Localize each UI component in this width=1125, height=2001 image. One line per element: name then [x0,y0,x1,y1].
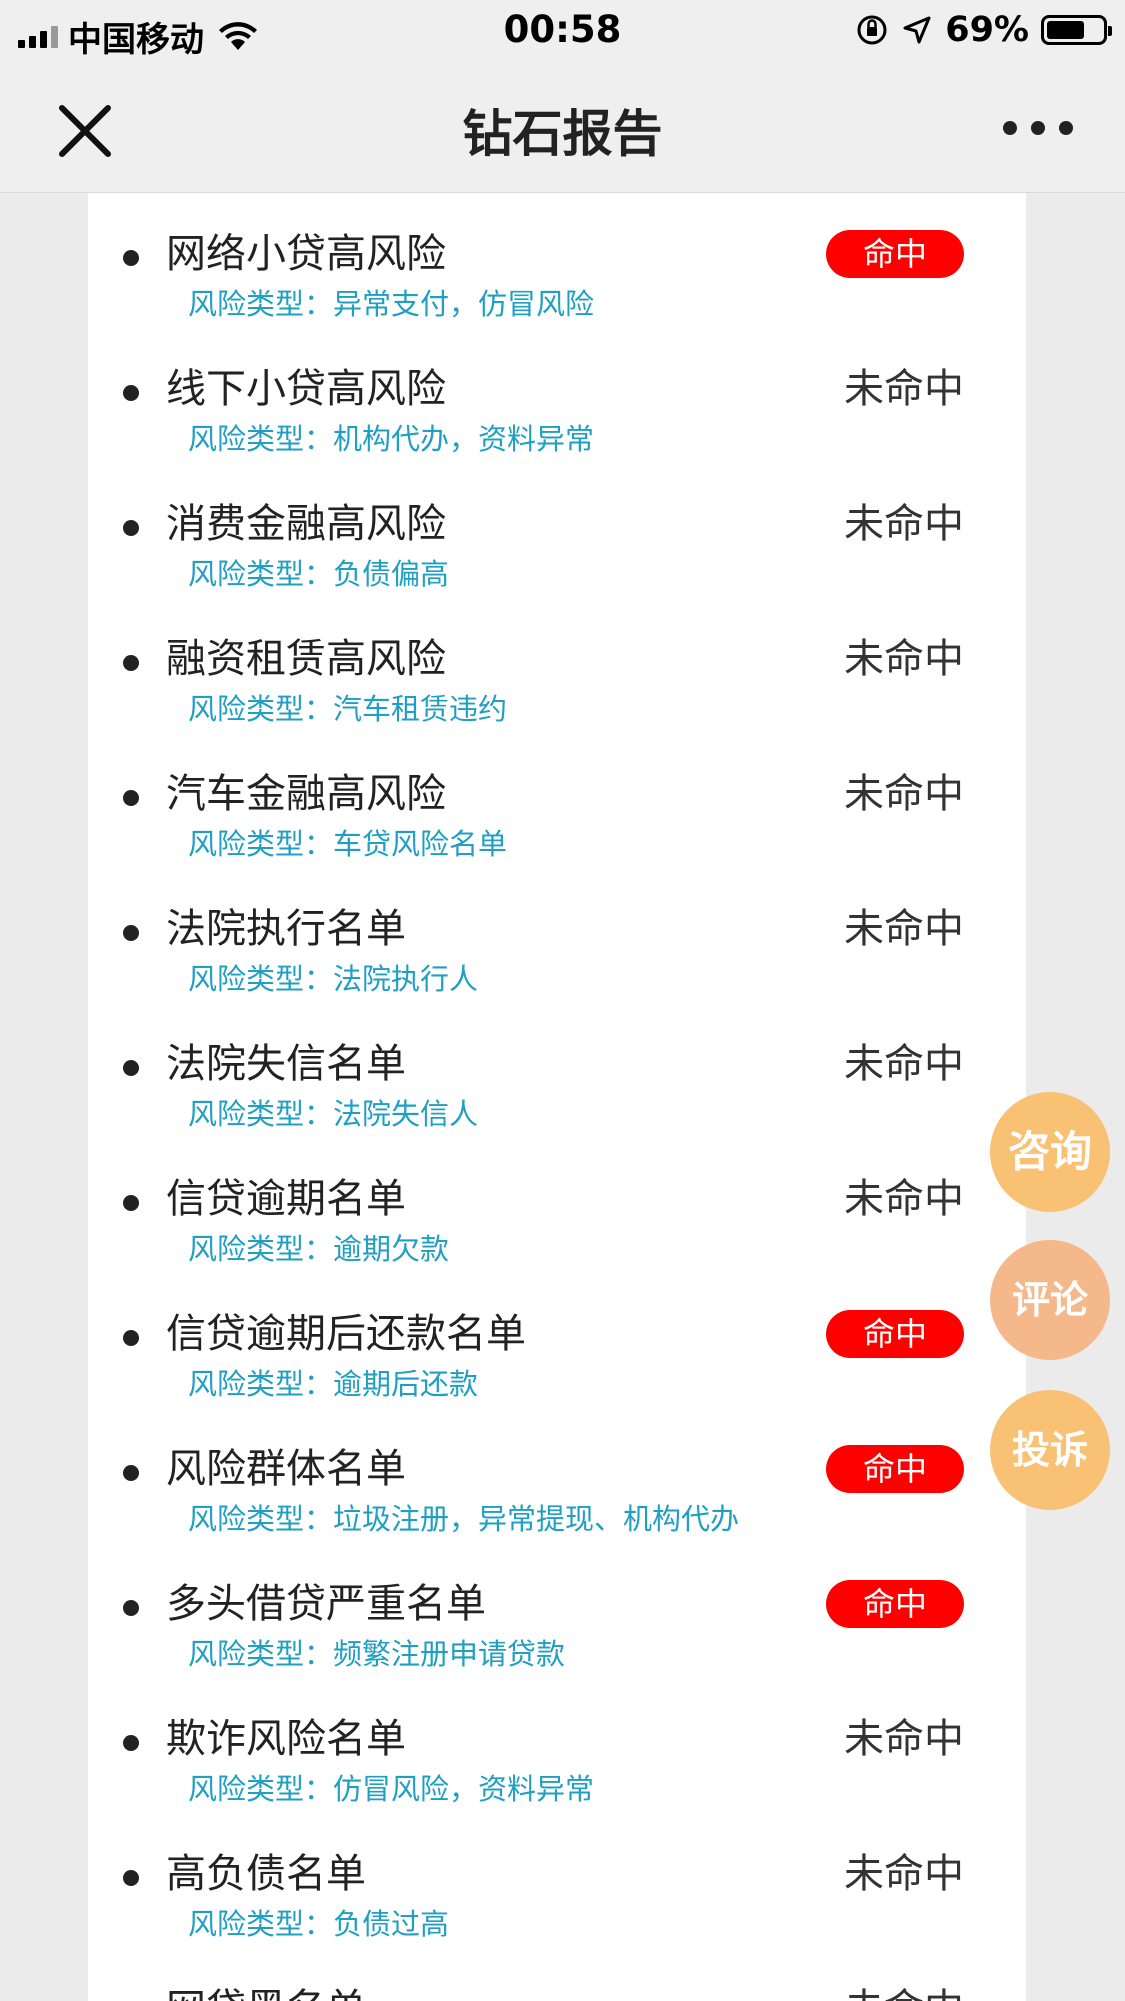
list-item: 多头借贷严重名单风险类型：频繁注册申请贷款 命中 [88,1543,1026,1678]
list-item: 风险群体名单风险类型：垃圾注册，异常提现、机构代办 命中 [88,1408,1026,1543]
risk-item-title: 多头借贷严重名单 [166,1581,486,1627]
bullet-icon [123,1465,139,1481]
miss-status: 未命中 [844,366,964,412]
nav-bar: 钻石报告 [0,62,1125,193]
list-item: 法院失信名单风险类型：法院失信人 未命中 [88,1003,1026,1138]
risk-type-label: 风险类型：逾期后还款 [188,1367,479,1401]
list-item: 欺诈风险名单风险类型：仿冒风险，资料异常 未命中 [88,1678,1026,1813]
risk-type-label: 风险类型：异常支付，仿冒风险 [188,287,595,321]
risk-type-label: 风险类型：车贷风险名单 [188,827,508,861]
risk-type-label: 风险类型：汽车租赁违约 [188,692,508,726]
list-item: 信贷逾期后还款名单风险类型：逾期后还款 命中 [88,1273,1026,1408]
more-dot [1031,121,1045,135]
bullet-icon [123,1195,139,1211]
more-dot [1003,121,1017,135]
risk-item-title: 融资租赁高风险 [166,636,446,682]
bullet-icon [123,250,139,266]
miss-status: 未命中 [844,1716,964,1762]
list-item: 融资租赁高风险风险类型：汽车租赁违约 未命中 [88,598,1026,733]
report-card: 网络小贷高风险 风险类型：异常支付，仿冒风险 命中 线下小贷高风险 风险类型：机构代办，… [88,193,1026,2001]
bullet-icon [123,925,139,941]
miss-status: 未命中 [844,636,964,682]
bullet-icon [123,1330,139,1346]
risk-type-label: 风险类型：仿冒风险，资料异常 [188,1772,595,1806]
risk-type-label: 风险类型：负债过高 [188,1907,450,1941]
bullet-icon [123,520,139,536]
hit-badge: 命中 [826,230,964,278]
risk-type-label: 风险类型：垃圾注册，异常提现、机构代办 [188,1502,740,1536]
list-item: 法院执行名单风险类型：法院执行人 未命中 [88,868,1026,1003]
list-item: 信贷逾期名单风险类型：逾期欠款 未命中 [88,1138,1026,1273]
hit-badge: 命中 [826,1580,964,1628]
bullet-icon [123,1870,139,1886]
list-item: 线下小贷高风险风险类型：机构代办，资料异常 未命中 [88,328,1026,463]
risk-item-title: 法院失信名单 [166,1041,406,1087]
more-dot [1059,121,1073,135]
risk-item-title: 消费金融高风险 [166,501,446,547]
risk-item-title: 高负债名单 [166,1851,366,1897]
risk-item-title: 信贷逾期名单 [166,1176,406,1222]
risk-item-title: 网贷黑名单 [166,1976,366,2001]
bullet-icon [123,1600,139,1616]
risk-type-label: 风险类型：法院执行人 [188,962,479,996]
battery-fill [1047,21,1084,39]
hit-badge: 命中 [826,1310,964,1358]
risk-item-title: 风险群体名单 [166,1446,406,1492]
battery-percent: 69% [945,10,1029,50]
risk-type-label: 风险类型：法院失信人 [188,1097,479,1131]
list-item: 消费金融高风险风险类型：负债偏高 未命中 [88,463,1026,598]
complain-button[interactable]: 投诉 [990,1390,1110,1510]
risk-item-title: 汽车金融高风险 [166,771,446,817]
miss-status: 未命中 [844,501,964,547]
miss-status: 未命中 [844,1176,964,1222]
status-bar: 中国移动 00:58 69% [0,0,1125,62]
bullet-icon [123,1735,139,1751]
risk-item-title: 信贷逾期后还款名单 [166,1311,526,1357]
orientation-lock-icon [857,15,887,45]
bullet-icon [123,655,139,671]
page-title: 钻石报告 [462,105,663,163]
miss-status: 未命中 [844,1851,964,1897]
location-arrow-icon [903,16,931,44]
bullet-icon [123,385,139,401]
risk-type-label: 风险类型：逾期欠款 [188,1232,450,1266]
list-item: 网贷黑名单 未命中 [88,1948,1026,2001]
risk-item-title: 法院执行名单 [166,906,406,952]
risk-type-label: 风险类型：频繁注册申请贷款 [188,1637,566,1671]
miss-status: 未命中 [844,906,964,952]
list-item: 汽车金融高风险风险类型：车贷风险名单 未命中 [88,733,1026,868]
risk-list: 网络小贷高风险 风险类型：异常支付，仿冒风险 命中 线下小贷高风险 风险类型：机构代办，… [88,193,1026,2001]
risk-item-title: 网络小贷高风险 [166,231,446,277]
risk-item-title: 欺诈风险名单 [166,1716,406,1762]
risk-type-label: 风险类型：负债偏高 [188,557,450,591]
list-item: 高负债名单风险类型：负债过高 未命中 [88,1813,1026,1948]
miss-status: 未命中 [844,1041,964,1087]
risk-item-title: 线下小贷高风险 [166,366,446,412]
list-item: 网络小贷高风险风险类型：异常支付，仿冒风险 命中 [88,193,1026,328]
battery-icon [1041,15,1112,45]
status-right: 69% [855,10,1112,50]
more-icon[interactable] [1003,108,1073,148]
bullet-icon [123,790,139,806]
bullet-icon [123,1060,139,1076]
comment-button[interactable]: 评论 [990,1240,1110,1360]
consult-button[interactable]: 咨询 [990,1092,1110,1212]
miss-status: 未命中 [844,771,964,817]
hit-badge: 命中 [826,1445,964,1493]
miss-status: 未命中 [844,1976,964,2001]
risk-type-label: 风险类型：机构代办，资料异常 [188,422,595,456]
